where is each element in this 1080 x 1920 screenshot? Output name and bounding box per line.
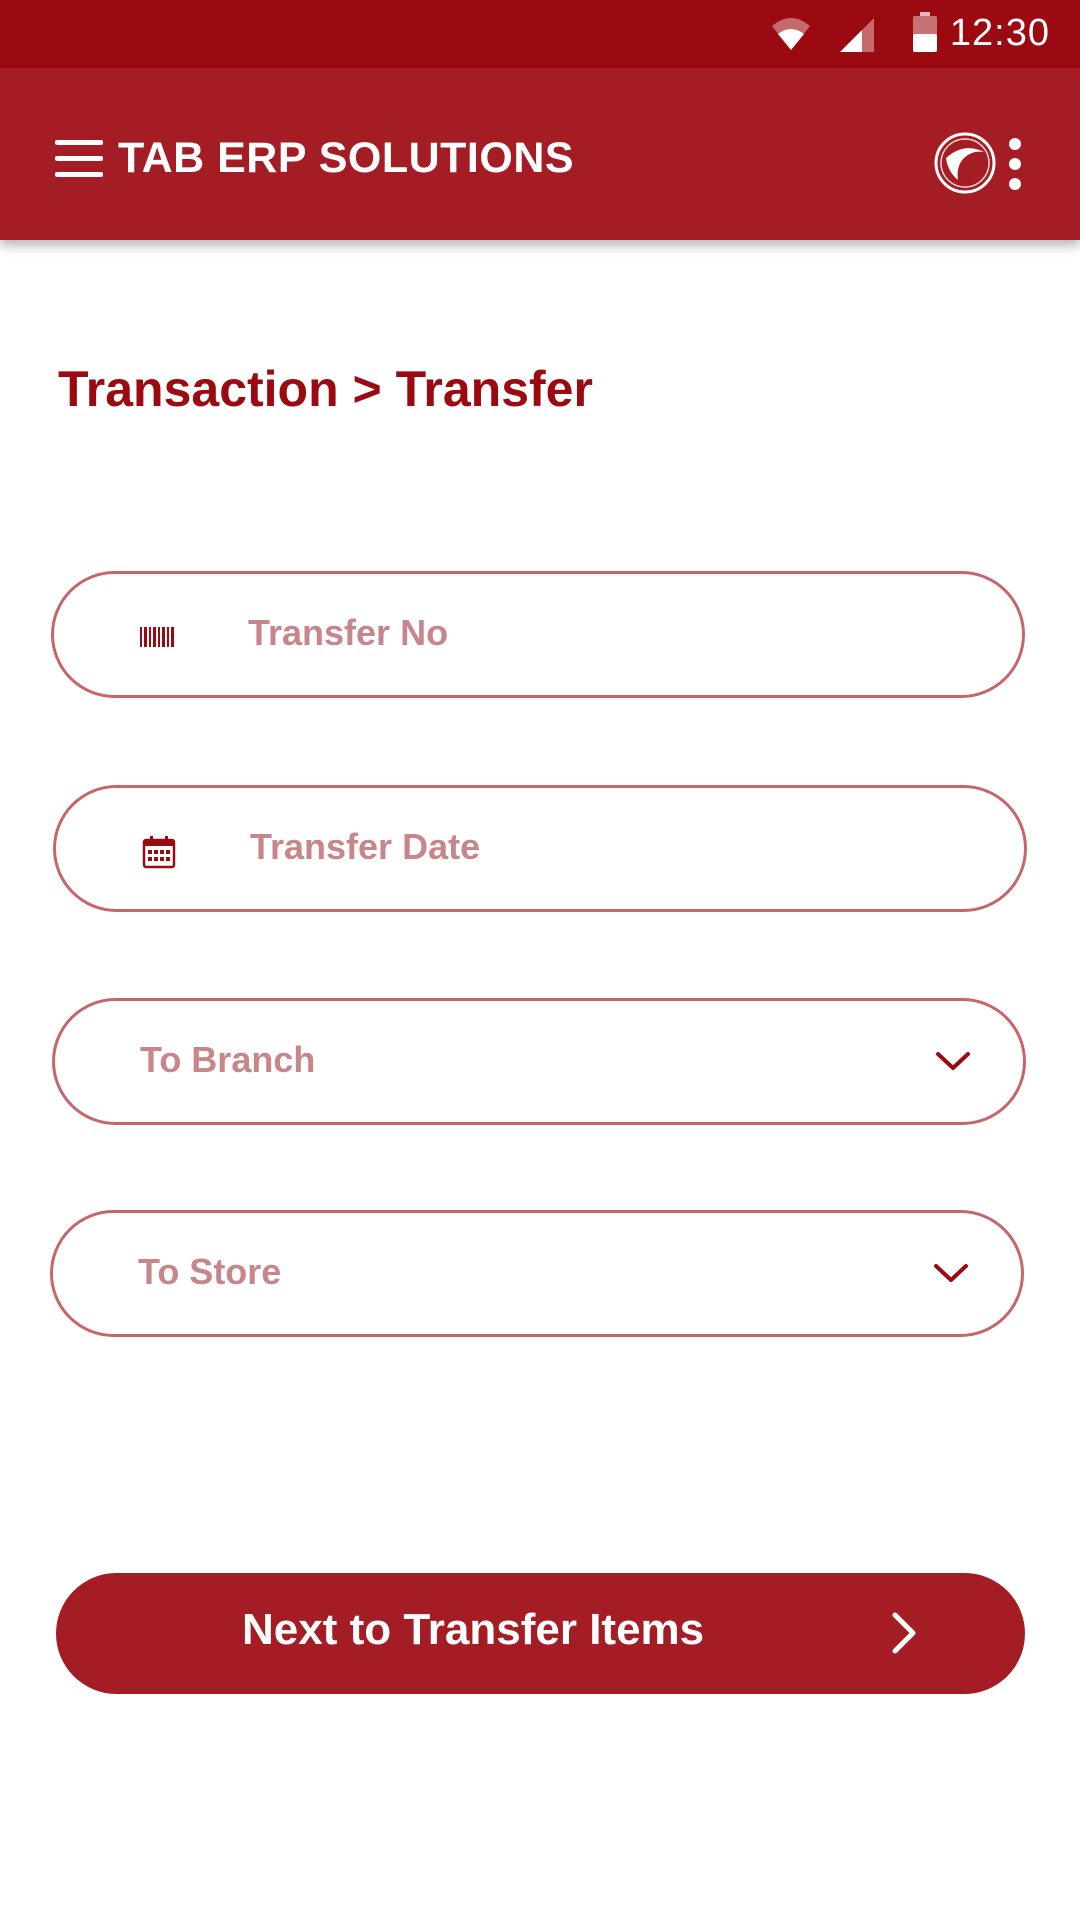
app-logo-icon[interactable] <box>934 132 996 194</box>
app-title: TAB ERP SOLUTIONS <box>118 134 575 182</box>
chevron-down-icon <box>936 1052 970 1070</box>
chevron-down-icon <box>934 1264 968 1282</box>
transfer-no-field[interactable]: Transfer No <box>51 571 1025 698</box>
chevron-right-icon <box>892 1612 916 1654</box>
transfer-date-field[interactable]: Transfer Date <box>53 785 1027 912</box>
app-bar: TAB ERP SOLUTIONS <box>0 68 1080 240</box>
to-branch-placeholder: To Branch <box>140 1039 316 1080</box>
to-store-dropdown[interactable]: To Store <box>50 1210 1024 1337</box>
page-title-breadcrumb: Transaction > Transfer <box>58 361 593 417</box>
menu-icon[interactable] <box>55 138 103 178</box>
transfer-no-placeholder: Transfer No <box>248 612 449 653</box>
wifi-icon <box>772 18 810 50</box>
to-branch-dropdown[interactable]: To Branch <box>52 998 1026 1125</box>
barcode-icon <box>140 627 174 647</box>
battery-icon <box>913 12 937 52</box>
transfer-date-placeholder: Transfer Date <box>250 826 481 867</box>
calendar-icon <box>142 836 176 869</box>
next-to-transfer-items-button[interactable]: Next to Transfer Items <box>56 1573 1025 1694</box>
cell-signal-icon <box>840 18 874 52</box>
to-store-placeholder: To Store <box>138 1251 282 1292</box>
status-time: 12:30 <box>949 12 1050 54</box>
next-button-label: Next to Transfer Items <box>242 1605 705 1654</box>
status-bar: 12:30 <box>0 0 1080 68</box>
overflow-menu-icon[interactable] <box>1005 136 1025 192</box>
